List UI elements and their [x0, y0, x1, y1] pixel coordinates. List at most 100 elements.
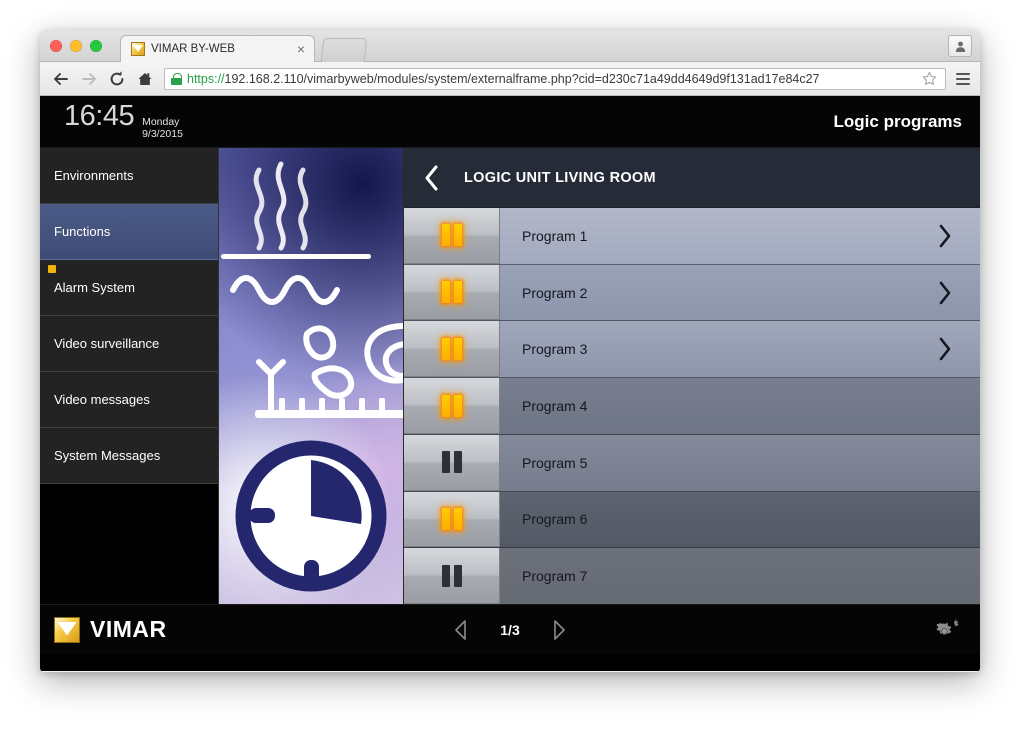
vimar-logo-icon	[54, 616, 80, 643]
programs-panel: LOGIC UNIT LIVING ROOM Program 1 Program…	[404, 148, 980, 605]
prev-page-button[interactable]	[452, 619, 470, 641]
back-chevron-icon[interactable]	[424, 165, 440, 191]
user-avatar-icon	[955, 41, 965, 52]
zoom-window-button[interactable]	[90, 40, 102, 52]
logic-unit-title: LOGIC UNIT LIVING ROOM	[464, 169, 656, 186]
program-toggle-button[interactable]	[404, 378, 500, 434]
gears-settings-icon	[936, 618, 959, 635]
star-icon[interactable]	[922, 71, 937, 86]
program-label-cell: Program 2	[500, 265, 980, 321]
clock-block: 16:45 Monday 9/3/2015	[64, 100, 183, 142]
browser-menu-icon[interactable]	[954, 72, 972, 85]
pause-icon	[441, 337, 462, 360]
program-name: Program 7	[522, 568, 588, 585]
home-icon	[138, 72, 152, 85]
current-date-block: Monday 9/3/2015	[142, 117, 183, 142]
program-name: Program 3	[522, 341, 588, 358]
program-list: Program 1 Program 2 Program 3 Program 4 …	[404, 208, 980, 605]
program-label-cell: Program 4	[500, 378, 980, 434]
app-body: Environments Functions Alarm System Vide…	[40, 148, 980, 605]
program-toggle-button[interactable]	[404, 491, 500, 548]
sidebar-item-system-messages[interactable]: System Messages	[40, 428, 218, 484]
pagination-controls: 1/3	[40, 619, 980, 641]
sidebar-item-label: Video messages	[54, 392, 150, 407]
table-row[interactable]: Program 4	[404, 378, 980, 435]
browser-window: VIMAR BY-WEB × https:// 192.168.2.110/vi…	[40, 30, 980, 672]
page-title: Logic programs	[833, 111, 962, 131]
table-row[interactable]: Program 3	[404, 321, 980, 379]
chevron-right-icon	[939, 337, 951, 361]
current-date: 9/3/2015	[142, 128, 183, 140]
sidebar-item-video-messages[interactable]: Video messages	[40, 372, 218, 428]
sidebar-item-alarm-system[interactable]: Alarm System	[40, 260, 218, 316]
forward-button[interactable]	[76, 66, 102, 92]
next-page-button[interactable]	[550, 619, 568, 641]
program-toggle-button[interactable]	[404, 208, 500, 264]
sidebar-item-label: Video surveillance	[54, 336, 160, 351]
browser-tab[interactable]: VIMAR BY-WEB ×	[120, 35, 315, 62]
vimar-webapp: 16:45 Monday 9/3/2015 Logic programs Env…	[40, 96, 980, 671]
row-chevron-icon[interactable]	[938, 281, 952, 305]
program-toggle-button[interactable]	[404, 264, 500, 321]
profile-button[interactable]	[948, 35, 972, 57]
pause-icon	[441, 281, 462, 304]
table-row[interactable]: Program 6	[404, 491, 980, 549]
program-toggle-button[interactable]	[404, 548, 500, 605]
app-header: 16:45 Monday 9/3/2015 Logic programs	[40, 96, 980, 148]
new-tab-button[interactable]	[320, 38, 368, 62]
pause-icon	[441, 394, 462, 417]
back-button[interactable]	[48, 66, 74, 92]
close-tab-icon[interactable]: ×	[294, 42, 308, 56]
browser-toolbar: https:// 192.168.2.110/vimarbyweb/module…	[40, 62, 980, 96]
table-row[interactable]: Program 5	[404, 434, 980, 492]
vimar-favicon-icon	[131, 42, 145, 56]
program-name: Program 6	[522, 511, 588, 528]
program-name: Program 5	[522, 454, 588, 471]
pause-icon	[441, 451, 462, 474]
program-name: Program 2	[522, 284, 588, 301]
row-chevron-icon[interactable]	[938, 337, 952, 361]
pause-icon	[441, 564, 462, 587]
settings-button[interactable]	[932, 616, 962, 644]
url-text: 192.168.2.110/vimarbyweb/modules/system/…	[224, 71, 820, 86]
minimize-window-button[interactable]	[70, 40, 82, 52]
program-name: Program 1	[522, 227, 588, 244]
sidebar-item-environments[interactable]: Environments	[40, 148, 218, 204]
sidebar-item-video-surveillance[interactable]: Video surveillance	[40, 316, 218, 372]
pause-icon	[441, 224, 462, 247]
table-row[interactable]: Program 7	[404, 548, 980, 605]
reload-button[interactable]	[104, 66, 130, 92]
close-window-button[interactable]	[50, 40, 62, 52]
page-indicator: 1/3	[500, 621, 520, 638]
chevron-right-icon	[939, 224, 951, 248]
program-label-cell: Program 1	[500, 208, 980, 264]
home-automation-illustration	[219, 148, 404, 604]
program-toggle-button[interactable]	[404, 434, 500, 491]
address-bar[interactable]: https:// 192.168.2.110/vimarbyweb/module…	[164, 67, 946, 90]
app-footer: VIMAR 1/3	[40, 604, 980, 654]
row-chevron-icon[interactable]	[938, 224, 952, 248]
lock-icon	[171, 72, 182, 85]
alarm-badge-indicator	[48, 265, 56, 273]
vimar-logo: VIMAR	[54, 616, 167, 643]
home-button[interactable]	[132, 66, 158, 92]
prev-page-triangle-icon	[455, 619, 467, 640]
chevron-right-icon	[939, 281, 951, 304]
sidebar-item-label: System Messages	[54, 448, 161, 463]
programs-header: LOGIC UNIT LIVING ROOM	[404, 148, 980, 208]
window-controls	[50, 40, 102, 52]
program-label-cell: Program 7	[500, 548, 980, 604]
table-row[interactable]: Program 2	[404, 264, 980, 322]
sidebar-item-functions[interactable]: Functions	[40, 204, 218, 260]
table-row[interactable]: Program 1	[404, 208, 980, 265]
next-page-triangle-icon	[553, 619, 565, 640]
program-toggle-button[interactable]	[404, 321, 500, 378]
illustration-artwork	[221, 161, 403, 592]
back-chevron-glyph	[425, 165, 438, 190]
current-time: 16:45	[64, 100, 135, 133]
program-label-cell: Program 3	[500, 321, 980, 377]
sidebar-filler	[40, 484, 218, 604]
tab-title: VIMAR BY-WEB	[151, 43, 235, 55]
sidebar-item-label: Environments	[54, 168, 134, 183]
back-arrow-icon	[54, 72, 68, 85]
